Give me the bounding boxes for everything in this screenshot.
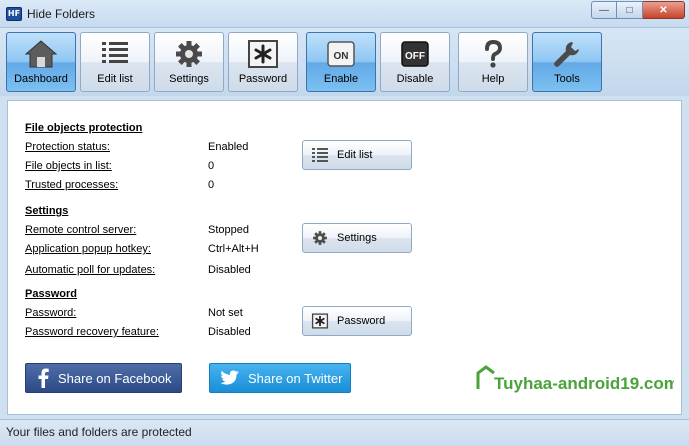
toolbar-enable-button[interactable]: ON Enable bbox=[306, 32, 376, 92]
toolbar-dashboard-button[interactable]: Dashboard bbox=[6, 32, 76, 92]
minimize-button[interactable]: — bbox=[591, 1, 617, 19]
on-switch-text: ON bbox=[334, 51, 349, 62]
trusted-processes-value: 0 bbox=[208, 179, 215, 191]
share-twitter-button[interactable]: Share on Twitter bbox=[209, 363, 351, 393]
popup-hotkey-value: Ctrl+Alt+H bbox=[208, 243, 259, 255]
toolbar-label: Edit list bbox=[97, 73, 133, 85]
window-controls: — □ ✕ bbox=[591, 1, 685, 19]
gear-icon bbox=[176, 41, 202, 67]
toolbar-label: Password bbox=[238, 73, 288, 85]
toolbar-label: Settings bbox=[169, 73, 209, 85]
maximize-button[interactable]: □ bbox=[617, 1, 643, 19]
toolbar-label: Tools bbox=[554, 73, 580, 85]
app-icon: HF bbox=[6, 7, 22, 21]
wrench-icon bbox=[554, 42, 579, 67]
toolbar-password-button[interactable]: Password bbox=[228, 32, 298, 92]
remote-control-label[interactable]: Remote control server: bbox=[25, 224, 136, 236]
protection-status-label[interactable]: Protection status: bbox=[25, 141, 110, 153]
settings-button[interactable]: Settings bbox=[302, 223, 412, 253]
password-button[interactable]: Password bbox=[302, 306, 412, 336]
window-title: Hide Folders bbox=[27, 7, 96, 21]
off-switch-icon: OFF bbox=[401, 41, 429, 67]
password-label[interactable]: Password: bbox=[25, 307, 76, 319]
toolbar-settings-button[interactable]: Settings bbox=[154, 32, 224, 92]
list-icon bbox=[312, 148, 328, 162]
dashboard-panel: File objects protection Protection statu… bbox=[7, 100, 682, 415]
section-title-settings: Settings bbox=[25, 205, 69, 217]
share-twitter-label: Share on Twitter bbox=[248, 370, 343, 386]
trusted-processes-label[interactable]: Trusted processes: bbox=[25, 179, 118, 191]
auto-poll-value: Disabled bbox=[208, 264, 251, 276]
asterisk-icon bbox=[311, 313, 329, 329]
status-text: Your files and folders are protected bbox=[6, 425, 192, 439]
password-recovery-value: Disabled bbox=[208, 326, 251, 338]
password-value: Not set bbox=[208, 307, 243, 319]
title-bar: HF Hide Folders — □ ✕ bbox=[0, 0, 689, 28]
file-objects-label[interactable]: File objects in list: bbox=[25, 160, 112, 172]
edit-list-button[interactable]: Edit list bbox=[302, 140, 412, 170]
watermark-logo: Tuyhaa-android19.com bbox=[476, 365, 674, 393]
settings-button-label: Settings bbox=[337, 232, 377, 244]
status-bar: Your files and folders are protected bbox=[0, 419, 689, 446]
password-button-label: Password bbox=[337, 315, 386, 327]
twitter-bird-icon bbox=[220, 370, 239, 385]
toolbar-label: Disable bbox=[396, 73, 434, 85]
toolbar-help-button[interactable]: Help bbox=[458, 32, 528, 92]
auto-poll-label[interactable]: Automatic poll for updates: bbox=[25, 264, 155, 276]
toolbar: Dashboard Edit list Settings Password ON… bbox=[0, 28, 689, 96]
home-icon bbox=[24, 40, 58, 68]
remote-control-value: Stopped bbox=[208, 224, 249, 236]
section-title-password: Password bbox=[25, 288, 77, 300]
toolbar-label: Help bbox=[481, 73, 505, 85]
asterisk-icon bbox=[248, 40, 278, 68]
toolbar-label: Dashboard bbox=[14, 73, 68, 85]
popup-hotkey-label[interactable]: Application popup hotkey: bbox=[25, 243, 151, 255]
toolbar-edit-list-button[interactable]: Edit list bbox=[80, 32, 150, 92]
toolbar-label: Enable bbox=[323, 73, 359, 85]
close-button[interactable]: ✕ bbox=[643, 1, 685, 19]
password-recovery-label[interactable]: Password recovery feature: bbox=[25, 326, 159, 338]
protection-status-value: Enabled bbox=[208, 141, 249, 153]
on-switch-icon: ON bbox=[327, 41, 355, 67]
toolbar-disable-button[interactable]: OFF Disable bbox=[380, 32, 450, 92]
section-title-file-objects: File objects protection bbox=[25, 122, 143, 134]
facebook-icon bbox=[38, 368, 49, 388]
share-facebook-button[interactable]: Share on Facebook bbox=[25, 363, 182, 393]
gear-icon bbox=[313, 231, 327, 245]
share-facebook-label: Share on Facebook bbox=[58, 370, 172, 386]
watermark-text: Tuyhaa-android19.com bbox=[494, 374, 674, 393]
edit-list-button-label: Edit list bbox=[337, 149, 373, 161]
toolbar-tools-button[interactable]: Tools bbox=[532, 32, 602, 92]
question-icon bbox=[485, 39, 503, 68]
list-icon bbox=[102, 42, 128, 63]
file-objects-value: 0 bbox=[208, 160, 215, 172]
off-switch-text: OFF bbox=[405, 51, 425, 62]
